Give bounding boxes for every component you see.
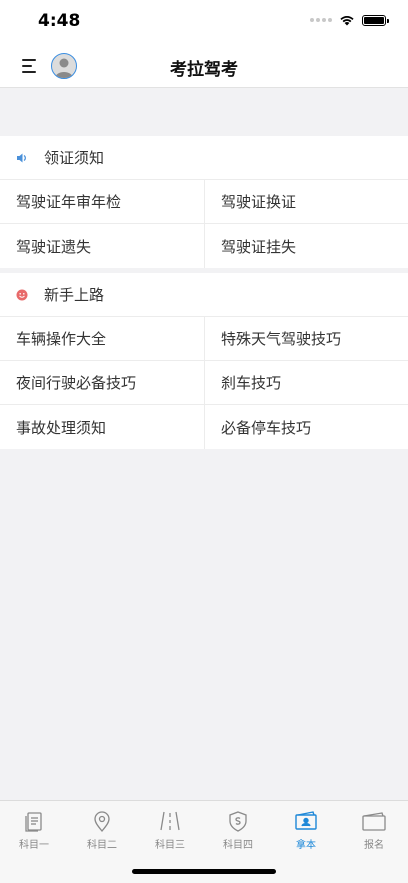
location-pin-icon bbox=[89, 808, 115, 834]
road-icon bbox=[157, 808, 183, 834]
list-item-accident-handling[interactable]: 事故处理须知 bbox=[0, 405, 204, 449]
cellular-signal-icon bbox=[310, 18, 332, 22]
section-new-driver: 新手上路 车辆操作大全 特殊天气驾驶技巧 夜间行驶必备技巧 刹车技巧 事故处理须… bbox=[0, 273, 408, 449]
document-icon bbox=[21, 808, 47, 834]
tab-label: 科目三 bbox=[155, 840, 185, 851]
tab-registration[interactable]: 报名 bbox=[340, 801, 408, 851]
list-item-bad-weather-driving[interactable]: 特殊天气驾驶技巧 bbox=[204, 317, 408, 361]
wallet-icon bbox=[361, 808, 387, 834]
section-license-notice: 领证须知 驾驶证年审年检 驾驶证换证 驾驶证遗失 驾驶证挂失 bbox=[0, 136, 408, 268]
battery-icon bbox=[362, 14, 389, 26]
page-title: 考拉驾考 bbox=[170, 60, 238, 80]
license-card-icon bbox=[293, 808, 319, 834]
tab-label: 科目一 bbox=[19, 840, 49, 851]
home-indicator bbox=[132, 869, 276, 874]
tab-label: 科目四 bbox=[223, 840, 253, 851]
tab-subject-four[interactable]: 科目四 bbox=[204, 801, 272, 851]
item-grid: 车辆操作大全 特殊天气驾驶技巧 夜间行驶必备技巧 刹车技巧 事故处理须知 必备停… bbox=[0, 317, 408, 449]
list-item-license-renewal[interactable]: 驾驶证换证 bbox=[204, 180, 408, 224]
section-header: 领证须知 bbox=[0, 136, 408, 180]
tab-label: 拿本 bbox=[296, 840, 316, 851]
status-time: 4:48 bbox=[38, 11, 81, 31]
list-item-braking-tips[interactable]: 刹车技巧 bbox=[204, 361, 408, 405]
tab-subject-two[interactable]: 科目二 bbox=[68, 801, 136, 851]
list-item-vehicle-operation[interactable]: 车辆操作大全 bbox=[0, 317, 204, 361]
tab-label: 报名 bbox=[364, 840, 384, 851]
tab-subject-one[interactable]: 科目一 bbox=[0, 801, 68, 851]
section-header: 新手上路 bbox=[0, 273, 408, 317]
list-item-annual-inspection[interactable]: 驾驶证年审年检 bbox=[0, 180, 204, 224]
list-item-license-lost[interactable]: 驾驶证遗失 bbox=[0, 224, 204, 268]
list-item-night-driving[interactable]: 夜间行驶必备技巧 bbox=[0, 361, 204, 405]
section-title: 领证须知 bbox=[44, 149, 105, 167]
speaker-icon bbox=[16, 152, 28, 164]
section-title: 新手上路 bbox=[44, 286, 105, 304]
status-bar: 4:48 bbox=[0, 0, 408, 44]
shield-s-icon bbox=[225, 808, 251, 834]
status-indicators bbox=[310, 14, 389, 26]
tab-label: 科目二 bbox=[87, 840, 117, 851]
tab-subject-three[interactable]: 科目三 bbox=[136, 801, 204, 851]
smiley-icon bbox=[16, 289, 28, 301]
wifi-icon bbox=[340, 16, 354, 26]
list-item-parking-tips[interactable]: 必备停车技巧 bbox=[204, 405, 408, 449]
list-item-license-report-loss[interactable]: 驾驶证挂失 bbox=[204, 224, 408, 268]
tab-get-license[interactable]: 拿本 bbox=[272, 801, 340, 851]
navigation-bar: 考拉驾考 bbox=[0, 44, 408, 88]
item-grid: 驾驶证年审年检 驾驶证换证 驾驶证遗失 驾驶证挂失 bbox=[0, 180, 408, 268]
